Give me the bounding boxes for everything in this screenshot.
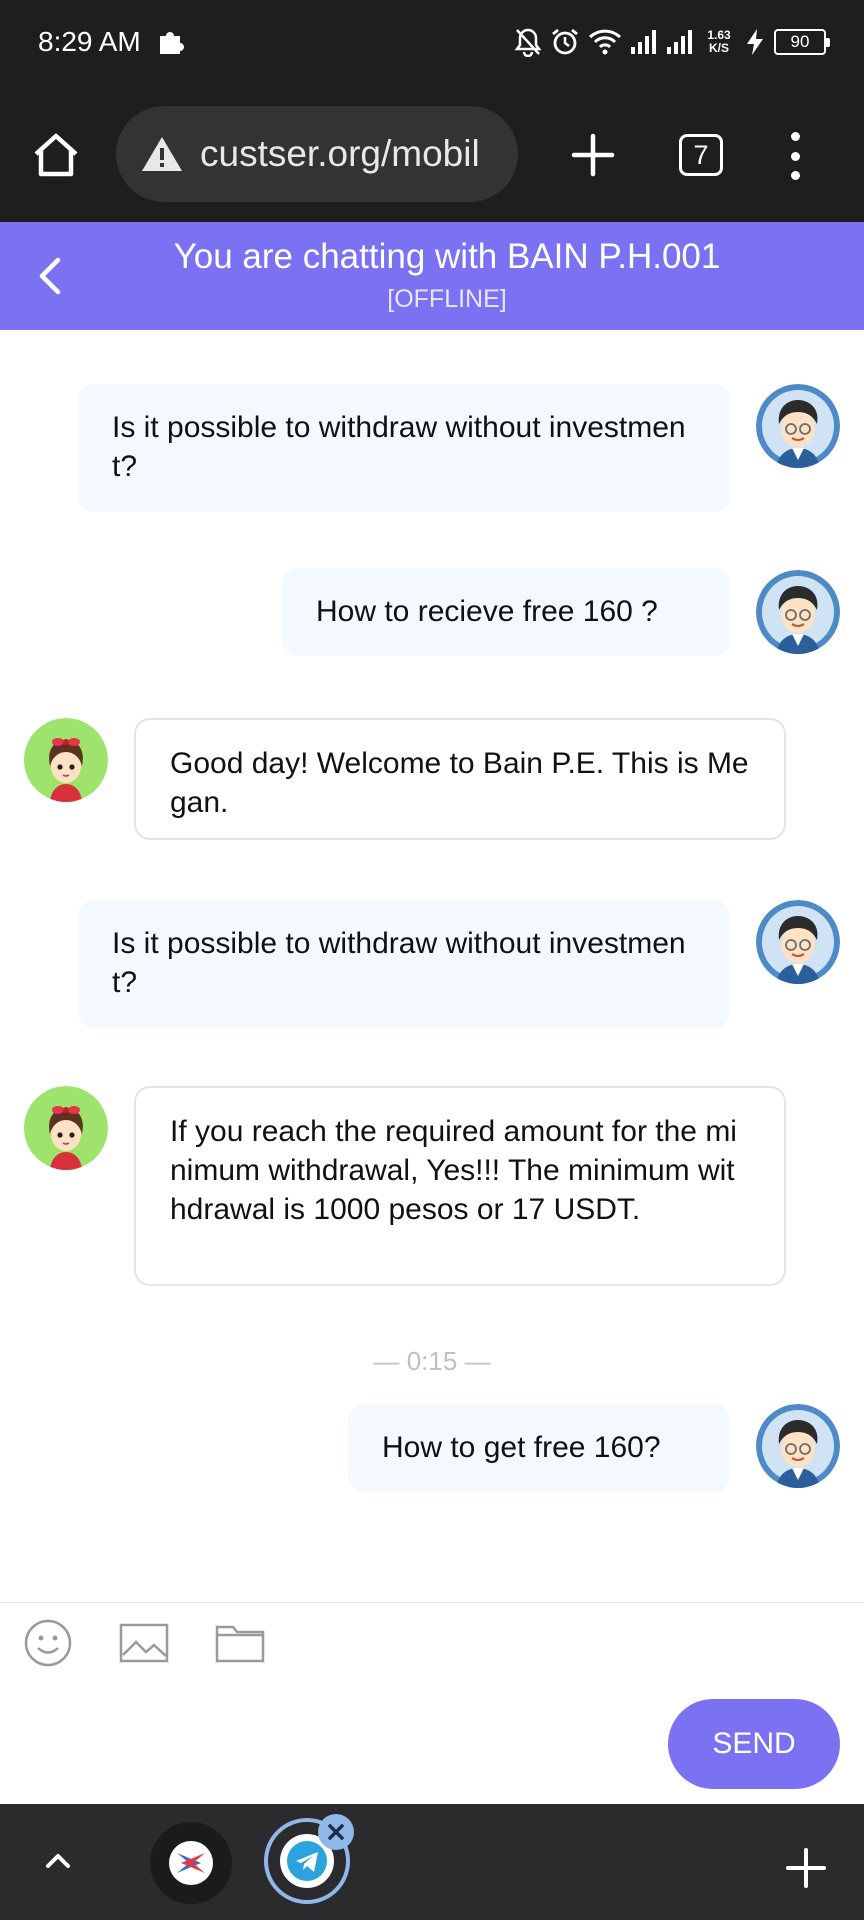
chevron-up-icon[interactable] [38, 1840, 78, 1880]
tabs-icon[interactable]: 7 [679, 134, 723, 176]
send-button[interactable]: SEND [668, 1699, 840, 1789]
user-avatar [756, 570, 840, 654]
folder-icon[interactable] [214, 1617, 266, 1669]
message-bubble-sent: How to recieve free 160 ? [282, 568, 730, 656]
puzzle-icon [160, 32, 184, 54]
status-time: 8:29 AM [38, 26, 141, 57]
warning-icon [142, 137, 182, 171]
browser-toolbar: custser.org/mobil 7 [0, 88, 864, 222]
app-icon[interactable] [150, 1822, 232, 1904]
message-composer: SEND [0, 1602, 864, 1804]
message-bubble-received: Good day! Welcome to Bain P.E. This is M… [134, 718, 786, 840]
signal-icon [631, 30, 656, 54]
plus-icon[interactable] [784, 1846, 828, 1890]
user-avatar [756, 1404, 840, 1488]
chat-status: [OFFLINE] [387, 285, 507, 313]
close-icon[interactable] [318, 1814, 354, 1850]
bottom-dock [0, 1804, 864, 1920]
message-list[interactable]: Is it possible to withdraw without inves… [0, 330, 864, 1602]
emoji-icon[interactable] [22, 1617, 74, 1669]
time-separator: — 0:15 — [373, 1346, 491, 1376]
battery-icon: 90 [774, 29, 830, 55]
chat-header: You are chatting with BAIN P.H.001 [OFFL… [0, 222, 864, 330]
network-speed: 1.63 K/S [707, 28, 731, 55]
message-bubble-sent: How to get free 160? [348, 1404, 730, 1492]
message-bubble-sent: Is it possible to withdraw without inves… [78, 384, 730, 512]
home-icon[interactable] [28, 128, 84, 184]
chat-title: You are chatting with BAIN P.H.001 [173, 237, 721, 276]
wifi-icon [588, 29, 622, 55]
more-icon[interactable] [780, 128, 810, 184]
agent-avatar [24, 1086, 108, 1170]
app-logo-icon [169, 1841, 213, 1885]
message-bubble-received: If you reach the required amount for the… [134, 1086, 786, 1286]
mute-icon [514, 28, 542, 57]
address-bar[interactable]: custser.org/mobil [116, 106, 518, 202]
status-bar: 8:29 AM 1.63 K/S 90 [0, 0, 864, 88]
user-avatar [756, 900, 840, 984]
alarm-icon [552, 28, 578, 55]
message-bubble-sent: Is it possible to withdraw without inves… [78, 900, 730, 1028]
plus-icon[interactable] [568, 130, 618, 180]
signal-icon [667, 30, 692, 54]
image-icon[interactable] [118, 1617, 170, 1669]
url-text: custser.org/mobil [200, 133, 480, 174]
user-avatar [756, 384, 840, 468]
chevron-left-icon[interactable] [30, 252, 70, 300]
agent-avatar [24, 718, 108, 802]
charging-icon [747, 29, 763, 55]
